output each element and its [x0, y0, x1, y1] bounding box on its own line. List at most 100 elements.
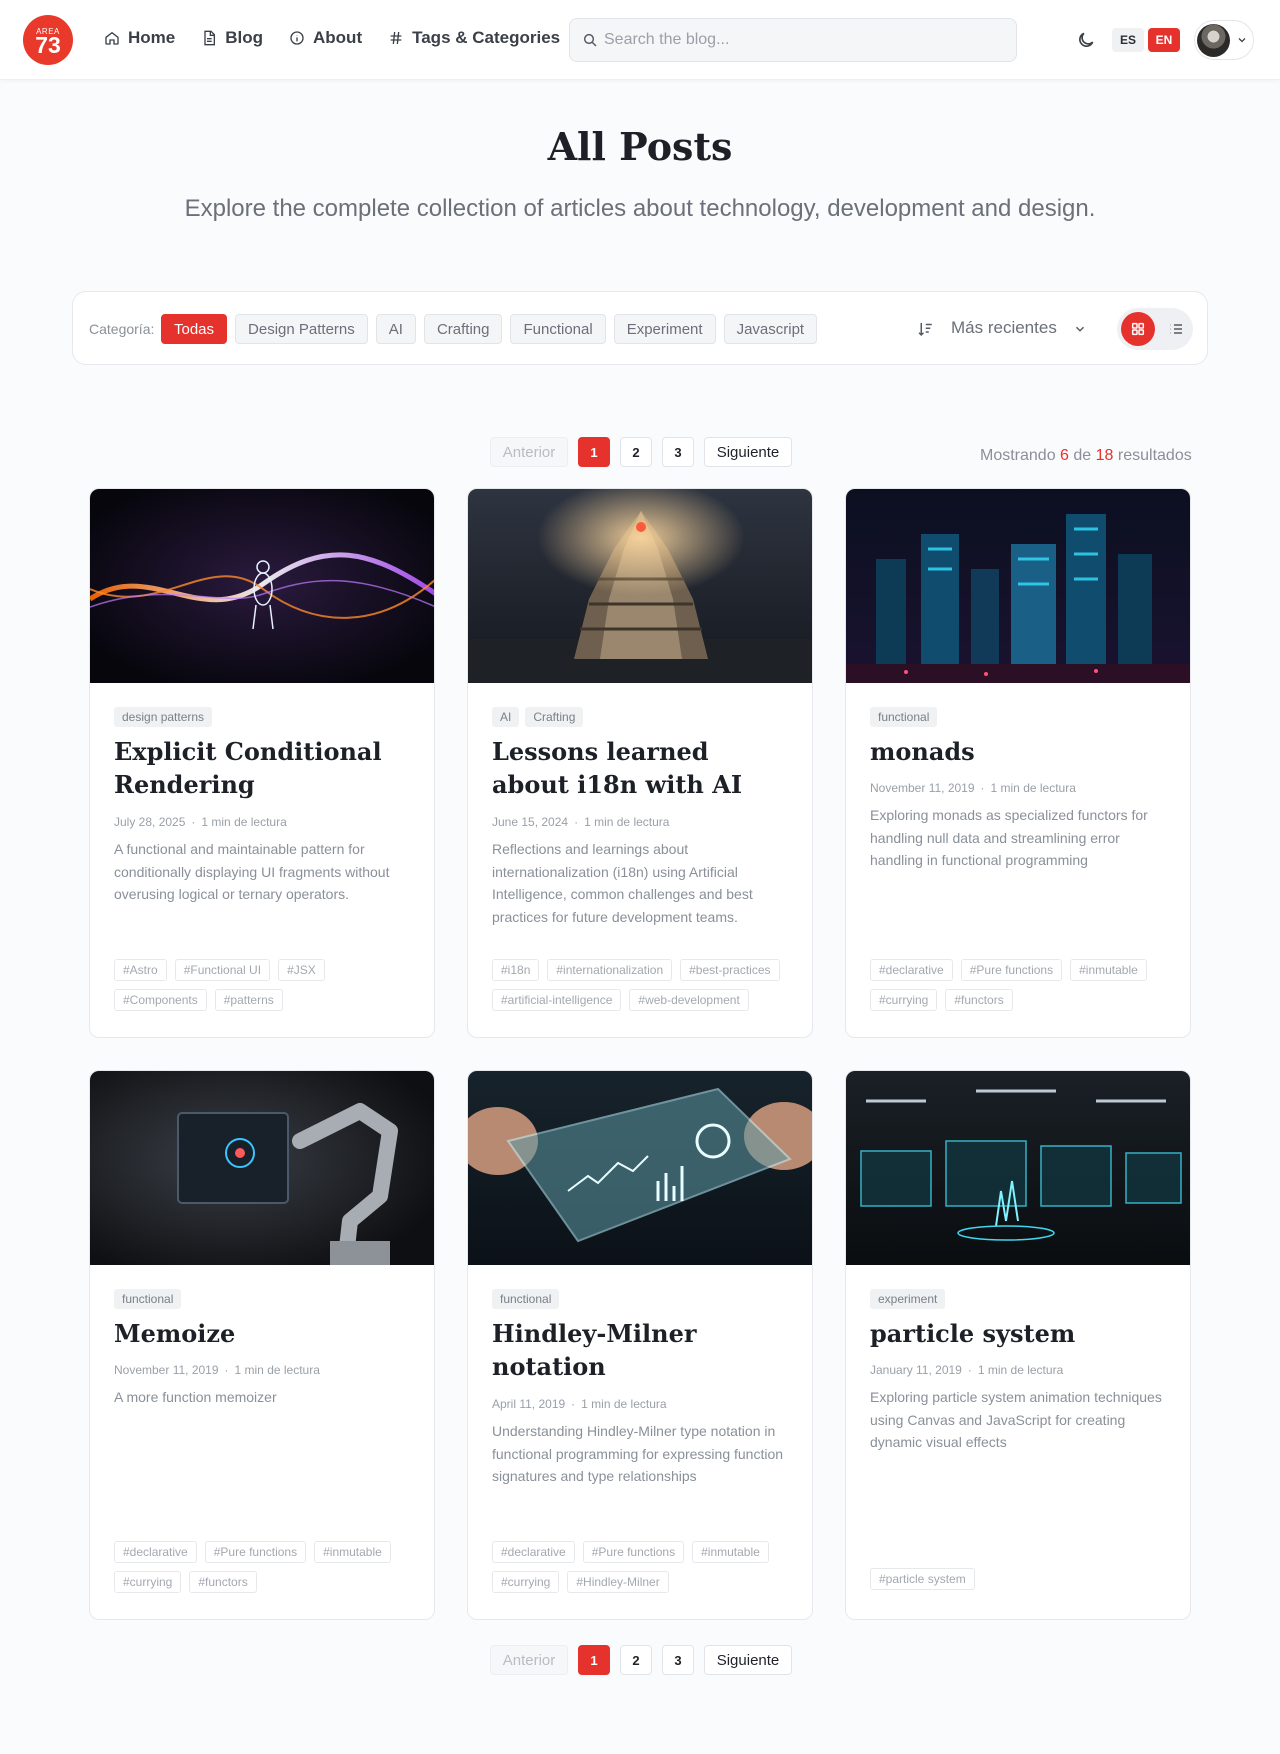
pagination-page-3[interactable]: 3 — [662, 437, 694, 467]
post-tag[interactable]: #Pure functions — [582, 1541, 685, 1563]
post-title[interactable]: Hindley-Milner notation — [492, 1317, 792, 1383]
post-date: November 11, 2019 — [870, 781, 975, 795]
search-icon — [583, 33, 597, 47]
post-tag[interactable]: #inmutable — [1070, 959, 1147, 981]
post-tag[interactable]: #patterns — [214, 989, 283, 1011]
pagination-next-button[interactable]: Siguiente — [704, 437, 792, 467]
site-header: AREA 73 Home Blog About Tags & Categorie… — [0, 0, 1280, 80]
category-chip-todas[interactable]: Todas — [161, 314, 228, 344]
grid-icon — [1131, 322, 1145, 336]
post-image[interactable] — [90, 1071, 434, 1265]
post-tag[interactable]: #i18n — [492, 959, 540, 981]
post-card[interactable]: design patterns Explicit Conditional Ren… — [89, 488, 435, 1038]
category-label: Categoría: — [89, 321, 155, 337]
post-image[interactable] — [846, 489, 1190, 683]
post-image[interactable] — [468, 489, 812, 683]
post-title[interactable]: Memoize — [114, 1317, 414, 1350]
sort-select[interactable]: Más recientes — [951, 318, 1057, 338]
post-card[interactable]: functional monads November 11, 2019 · 1 mi… — [845, 488, 1191, 1038]
post-category[interactable]: Crafting — [525, 707, 584, 727]
post-tag[interactable]: #currying — [114, 1571, 182, 1593]
post-date: July 28, 2025 — [114, 815, 186, 829]
post-tag[interactable]: #inmutable — [692, 1541, 769, 1563]
post-card[interactable]: functional Hindley-Milner notation April… — [467, 1070, 813, 1620]
post-tag[interactable]: #internationalization — [547, 959, 673, 981]
info-icon — [290, 31, 304, 45]
sort-icon[interactable] — [916, 320, 934, 338]
pagination-page-2[interactable]: 2 — [620, 437, 652, 467]
category-chip-experiment[interactable]: Experiment — [613, 314, 716, 344]
post-card[interactable]: experiment particle system January 11, 2… — [845, 1070, 1191, 1620]
post-tag[interactable]: #declarative — [492, 1541, 575, 1563]
post-tag[interactable]: #Pure functions — [960, 959, 1063, 981]
post-category[interactable]: functional — [114, 1289, 182, 1309]
post-tag[interactable]: #JSX — [278, 959, 325, 981]
language-es-button[interactable]: ES — [1112, 28, 1144, 52]
post-tag[interactable]: #artificial-intelligence — [492, 989, 622, 1011]
avatar — [1197, 24, 1230, 57]
language-en-button[interactable]: EN — [1148, 28, 1180, 52]
post-category[interactable]: design patterns — [114, 707, 213, 727]
post-tag[interactable]: #Hindley-Milner — [567, 1571, 669, 1593]
post-tag[interactable]: #best-practices — [680, 959, 780, 981]
post-tag[interactable]: #currying — [870, 989, 938, 1011]
search-input[interactable] — [604, 31, 1004, 49]
post-date: January 11, 2019 — [870, 1363, 962, 1377]
post-tag[interactable]: #currying — [492, 1571, 560, 1593]
chevron-down-icon[interactable] — [1073, 322, 1087, 336]
post-categories: design patterns — [114, 707, 213, 727]
post-excerpt: Understanding Hindley-Milner type notati… — [492, 1423, 784, 1484]
results-middle: de — [1073, 447, 1092, 464]
category-chip-design-patterns[interactable]: Design Patterns — [235, 314, 368, 344]
post-tags: #declarative #Pure functions #inmutable … — [870, 959, 1170, 1011]
post-title[interactable]: particle system — [870, 1317, 1170, 1350]
category-chip-functional[interactable]: Functional — [510, 314, 606, 344]
post-tag[interactable]: #functors — [189, 1571, 257, 1593]
post-card[interactable]: AI Crafting Lessons learned about i18n w… — [467, 488, 813, 1038]
category-chip-ai[interactable]: AI — [375, 314, 416, 344]
pagination-prev-button[interactable]: Anterior — [490, 1645, 568, 1675]
category-chip-crafting[interactable]: Crafting — [423, 314, 503, 344]
category-chip-javascript[interactable]: Javascript — [723, 314, 818, 344]
pagination-next-button[interactable]: Siguiente — [704, 1645, 792, 1675]
user-menu-button[interactable] — [1194, 20, 1254, 60]
post-image[interactable] — [468, 1071, 812, 1265]
nav-tags-categories[interactable]: Tags & Categories — [388, 28, 560, 48]
post-image[interactable] — [90, 489, 434, 683]
post-category[interactable]: functional — [492, 1289, 560, 1309]
post-read-time: 1 min de lectura — [201, 815, 287, 829]
post-tag[interactable]: #declarative — [870, 959, 953, 981]
post-tag[interactable]: #declarative — [114, 1541, 197, 1563]
post-read-time: 1 min de lectura — [581, 1397, 667, 1411]
post-card[interactable]: functional Memoize November 11, 2019 · 1 m… — [89, 1070, 435, 1620]
pagination-page-3[interactable]: 3 — [662, 1645, 694, 1675]
moon-icon[interactable] — [1076, 30, 1096, 50]
post-category[interactable]: experiment — [870, 1289, 946, 1309]
post-title[interactable]: Lessons learned about i18n with AI — [492, 735, 792, 801]
nav-about[interactable]: About — [289, 28, 362, 48]
site-logo[interactable]: AREA 73 — [23, 15, 73, 65]
post-tags: #declarative #Pure functions #inmutable … — [492, 1541, 792, 1593]
post-tag[interactable]: #particle system — [870, 1568, 975, 1590]
post-tag[interactable]: #Astro — [114, 959, 167, 981]
grid-view-button[interactable] — [1121, 312, 1155, 346]
pagination-page-2[interactable]: 2 — [620, 1645, 652, 1675]
post-image[interactable] — [846, 1071, 1190, 1265]
post-tag[interactable]: #inmutable — [314, 1541, 391, 1563]
nav-blog[interactable]: Blog — [201, 28, 263, 48]
post-tag[interactable]: #Pure functions — [204, 1541, 307, 1563]
nav-home[interactable]: Home — [104, 28, 175, 48]
post-category[interactable]: functional — [870, 707, 938, 727]
post-title[interactable]: Explicit Conditional Rendering — [114, 735, 414, 801]
post-tag[interactable]: #Functional UI — [174, 959, 271, 981]
post-tag[interactable]: #Components — [114, 989, 207, 1011]
pagination-prev-button[interactable]: Anterior — [490, 437, 568, 467]
pagination-page-1[interactable]: 1 — [578, 437, 610, 467]
post-categories: functional — [492, 1289, 560, 1309]
post-tag[interactable]: #web-development — [629, 989, 749, 1011]
list-view-button[interactable] — [1159, 312, 1193, 346]
pagination-page-1[interactable]: 1 — [578, 1645, 610, 1675]
post-category[interactable]: AI — [492, 707, 520, 727]
post-title[interactable]: monads — [870, 735, 1170, 768]
post-tag[interactable]: #functors — [945, 989, 1013, 1011]
